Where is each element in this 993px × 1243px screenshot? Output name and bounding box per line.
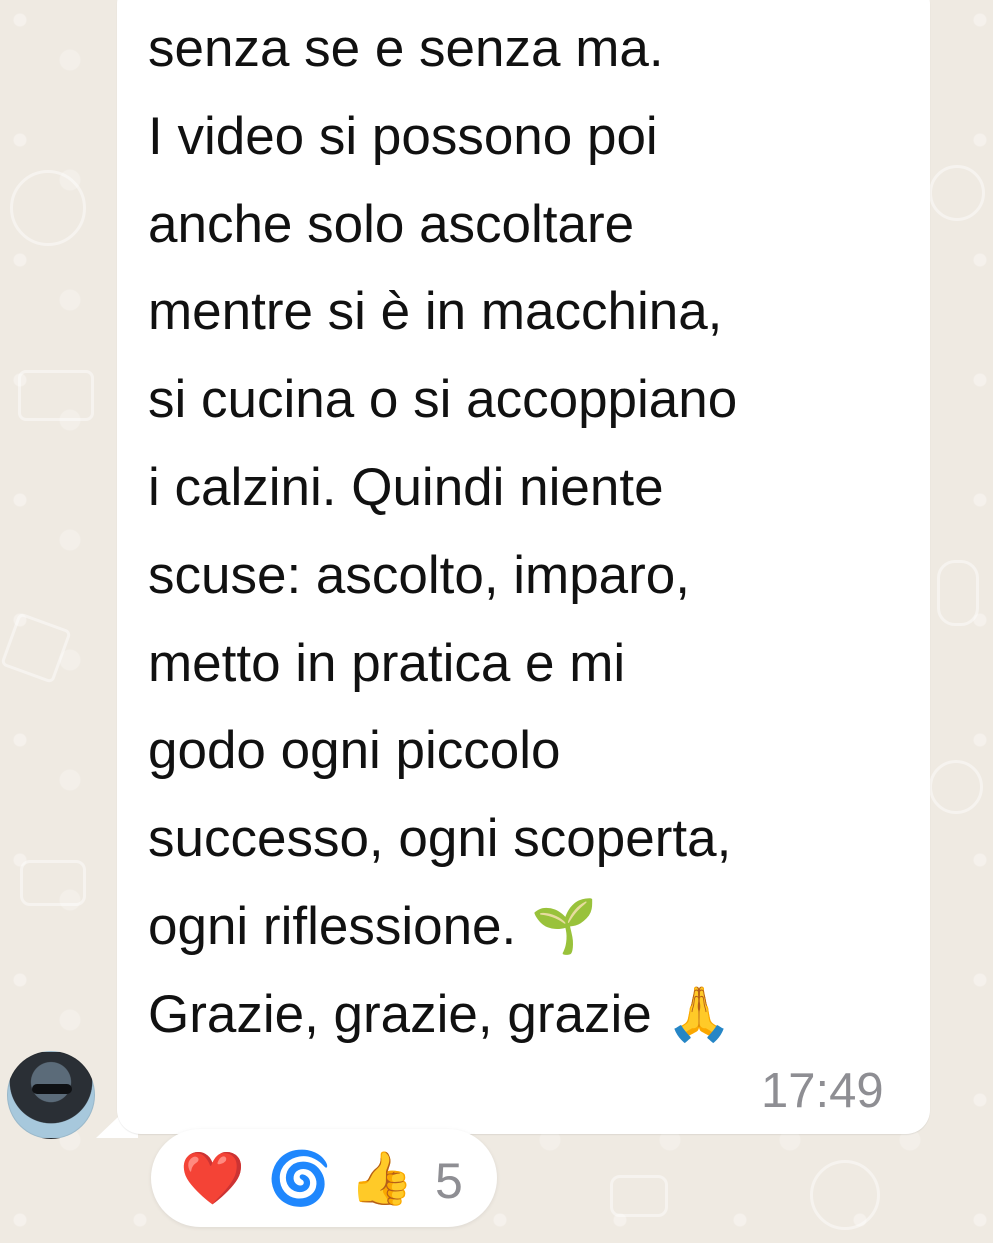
- wallpaper-doodle: [929, 165, 985, 221]
- spiral-reaction-icon[interactable]: 🌀: [267, 1147, 332, 1211]
- heart-reaction-icon[interactable]: ❤️: [180, 1147, 245, 1211]
- thumbs-up-reaction-icon[interactable]: 👍: [349, 1147, 414, 1211]
- wallpaper-doodle: [810, 1160, 880, 1230]
- wallpaper-doodle: [10, 170, 86, 246]
- wallpaper-doodle: [18, 370, 94, 421]
- reaction-count: 5: [435, 1153, 463, 1209]
- wallpaper-doodle: [0, 612, 72, 684]
- wallpaper-doodle: [937, 560, 979, 626]
- wallpaper-doodle: [20, 860, 86, 906]
- message-text: senza se e senza ma. I video si possono …: [148, 19, 738, 1044]
- avatar[interactable]: [7, 1051, 95, 1139]
- wallpaper-doodle: [610, 1175, 668, 1217]
- wallpaper-doodle: [929, 760, 983, 814]
- avatar-glasses: [32, 1084, 72, 1094]
- message-timestamp: 17:49: [761, 1064, 884, 1118]
